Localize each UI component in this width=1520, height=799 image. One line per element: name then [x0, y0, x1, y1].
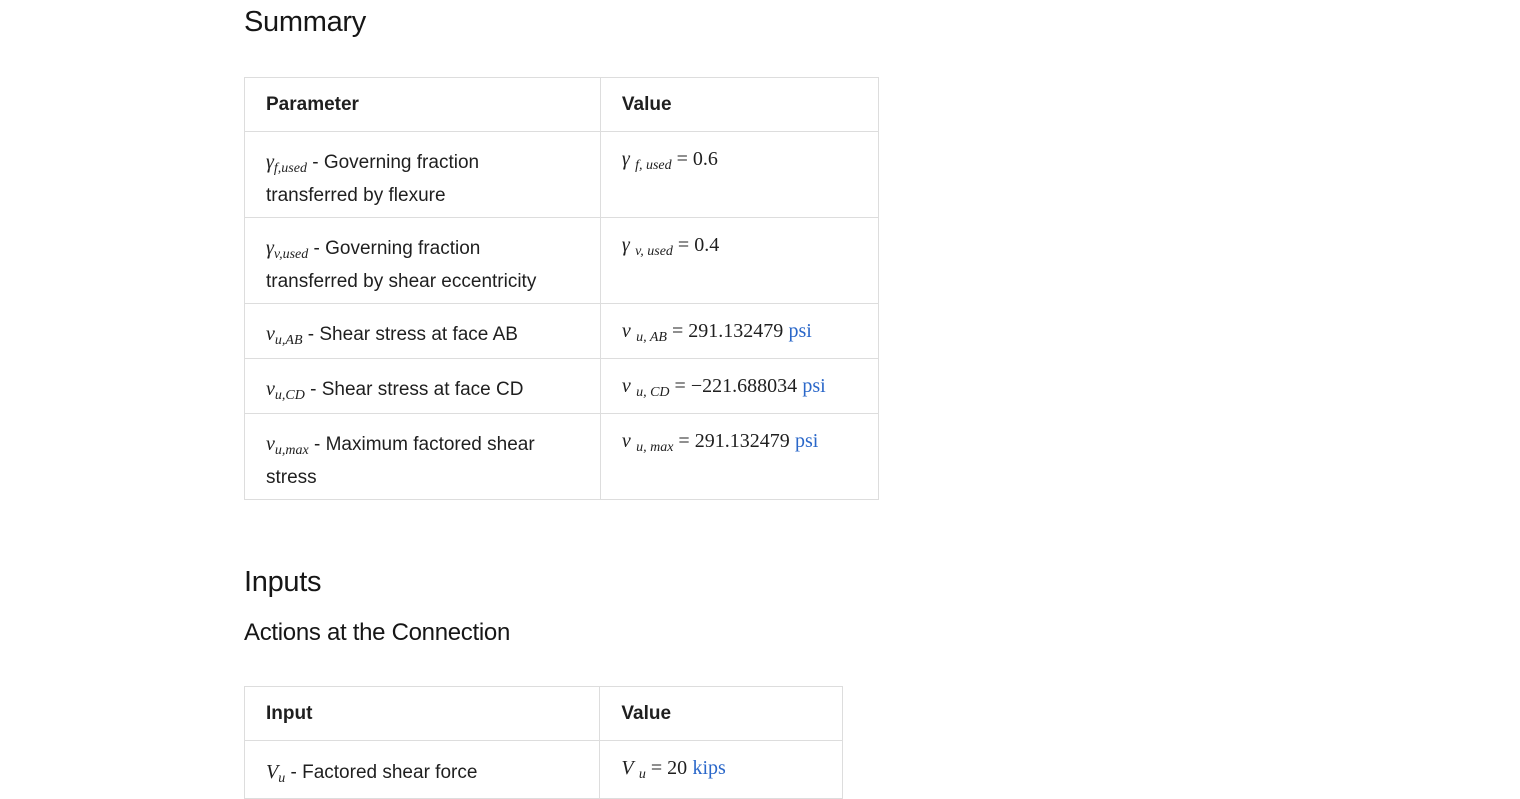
unit-psi: psi	[788, 320, 812, 342]
equals: =	[672, 234, 695, 256]
summary-table: Parameter Value γf,used - Governing frac…	[244, 77, 880, 500]
input-cell: Vu - Factored shear force	[243, 740, 601, 799]
table-row: γv,used - Governing fraction transferred…	[244, 217, 880, 304]
value-cell: v u, AB = 291.132479 psi	[599, 303, 880, 359]
value-column-header: Value	[599, 77, 880, 132]
value-number: 20	[667, 757, 688, 779]
symbol-subscript: u,AB	[274, 333, 303, 348]
value-subscript: u, max	[636, 440, 674, 455]
value-number: 0.4	[694, 234, 720, 256]
symbol: v	[266, 433, 275, 455]
table-row: vu,max - Maximum factored shear stress v…	[244, 413, 880, 500]
table-row: vu,AB - Shear stress at face AB v u, AB …	[244, 303, 880, 359]
value-number: 291.132479	[694, 430, 790, 452]
input-description: - Factored shear force	[285, 762, 478, 783]
value-symbol: γ	[621, 234, 630, 256]
value-subscript: u, CD	[636, 385, 670, 400]
summary-header-row: Parameter Value	[244, 77, 880, 132]
value-symbol: v	[621, 320, 631, 342]
symbol-subscript: u	[278, 771, 286, 786]
value-subscript: f, used	[635, 158, 672, 173]
symbol-subscript: v,used	[273, 247, 309, 262]
value-subscript: u, AB	[636, 330, 667, 345]
equals: =	[671, 148, 693, 170]
value-cell: V u = 20 kips	[599, 740, 843, 799]
parameter-cell: γv,used - Governing fraction transferred…	[244, 217, 601, 304]
symbol: V	[266, 761, 279, 783]
symbol: γ	[266, 151, 274, 173]
value-number: 291.132479	[688, 320, 784, 342]
actions-subheading: Actions at the Connection	[244, 619, 511, 646]
value-symbol: v	[621, 430, 631, 452]
inputs-table: Input Value Vu - Factored shear force V …	[243, 686, 843, 799]
value-cell: γ v, used = 0.4	[599, 217, 880, 304]
symbol: γ	[266, 237, 274, 259]
parameter-cell: γf,used - Governing fraction transferred…	[244, 131, 601, 218]
inputs-header-row: Input Value	[243, 686, 843, 741]
unit-psi: psi	[794, 430, 819, 452]
parameter-cell: vu,max - Maximum factored shear stress	[244, 413, 601, 500]
value-number: 0.6	[692, 148, 718, 170]
symbol: v	[266, 323, 275, 345]
parameter-description: - Shear stress at face CD	[304, 379, 524, 400]
value-subscript: u	[638, 767, 646, 782]
table-row: Vu - Factored shear force V u = 20 kips	[243, 740, 843, 799]
equals: =	[673, 430, 695, 452]
value-cell: γ f, used = 0.6	[599, 131, 880, 218]
equals: =	[645, 757, 668, 779]
value-symbol: γ	[621, 148, 630, 170]
inputs-heading: Inputs	[244, 566, 322, 598]
symbol: v	[266, 378, 275, 400]
parameter-column-header: Parameter	[244, 77, 601, 132]
summary-heading: Summary	[244, 6, 366, 38]
parameter-cell: vu,AB - Shear stress at face AB	[244, 303, 601, 359]
table-row: γf,used - Governing fraction transferred…	[244, 131, 880, 218]
value-symbol: V	[621, 757, 634, 779]
parameter-description: - Shear stress at face AB	[302, 324, 518, 345]
symbol-subscript: u,max	[274, 443, 309, 458]
value-subscript: v, used	[635, 244, 673, 259]
table-row: vu,CD - Shear stress at face CD v u, CD …	[244, 358, 880, 414]
equals: =	[669, 375, 691, 397]
unit-kips: kips	[692, 757, 726, 779]
value-cell: v u, CD = −221.688034 psi	[599, 358, 880, 414]
value-symbol: v	[621, 375, 631, 397]
value-number: −221.688034	[690, 375, 798, 397]
symbol-subscript: u,CD	[274, 388, 305, 403]
value-column-header: Value	[599, 686, 843, 741]
value-cell: v u, max = 291.132479 psi	[599, 413, 880, 500]
input-column-header: Input	[243, 686, 601, 741]
parameter-cell: vu,CD - Shear stress at face CD	[244, 358, 601, 414]
unit-psi: psi	[802, 375, 826, 397]
symbol-subscript: f,used	[273, 161, 307, 176]
equals: =	[666, 320, 689, 342]
